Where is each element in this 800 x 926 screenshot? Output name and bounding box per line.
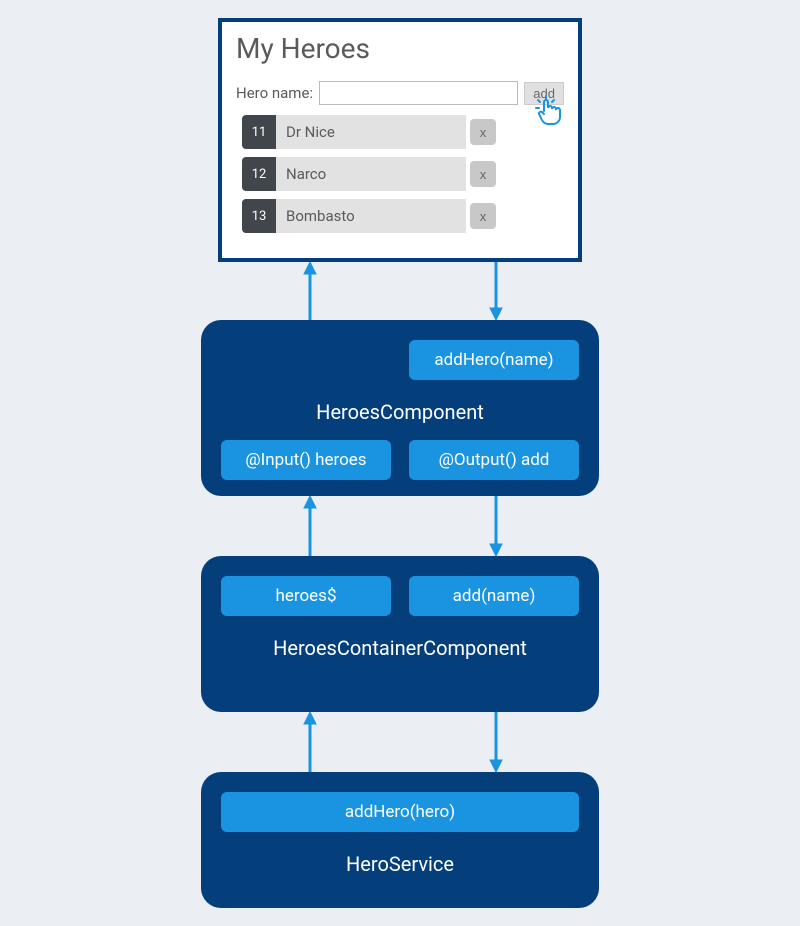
list-item[interactable]: 13 Bombasto x — [242, 199, 564, 233]
service-title: HeroService — [201, 852, 599, 876]
method-chip: add(name) — [409, 576, 579, 616]
hero-service-box: addHero(hero) HeroService — [201, 772, 599, 908]
arrow-down-icon — [486, 262, 506, 320]
component-title: HeroesComponent — [201, 400, 599, 424]
hero-name-label: Hero name: — [236, 84, 313, 102]
arrow-up-icon — [300, 496, 320, 556]
diagram-canvas: My Heroes Hero name: add 11 Dr Nice x 12… — [0, 0, 800, 926]
hero-id-badge: 13 — [242, 199, 276, 233]
hero-name-text: Dr Nice — [276, 115, 466, 149]
hero-name-text: Narco — [276, 157, 466, 191]
observable-chip: heroes$ — [221, 576, 391, 616]
method-chip: addHero(hero) — [221, 792, 579, 832]
ui-mock-panel: My Heroes Hero name: add 11 Dr Nice x 12… — [218, 18, 582, 262]
hero-id-badge: 11 — [242, 115, 276, 149]
arrow-up-icon — [300, 712, 320, 772]
arrow-down-icon — [486, 712, 506, 772]
hero-id-badge: 12 — [242, 157, 276, 191]
arrow-up-icon — [300, 262, 320, 320]
component-title: HeroesContainerComponent — [201, 636, 599, 660]
hero-list: 11 Dr Nice x 12 Narco x 13 Bombasto x — [236, 115, 564, 233]
delete-button[interactable]: x — [470, 119, 496, 145]
delete-button[interactable]: x — [470, 161, 496, 187]
hero-name-text: Bombasto — [276, 199, 466, 233]
heroes-component-box: addHero(name) HeroesComponent @Input() h… — [201, 320, 599, 496]
output-decorator-chip: @Output() add — [409, 440, 579, 480]
hero-form-row: Hero name: add — [236, 81, 564, 105]
input-decorator-chip: @Input() heroes — [221, 440, 391, 480]
list-item[interactable]: 12 Narco x — [242, 157, 564, 191]
panel-title: My Heroes — [236, 32, 564, 65]
list-item[interactable]: 11 Dr Nice x — [242, 115, 564, 149]
arrow-down-icon — [486, 496, 506, 556]
pointer-click-icon — [534, 94, 564, 132]
method-chip: addHero(name) — [409, 340, 579, 380]
container-component-box: heroes$ add(name) HeroesContainerCompone… — [201, 556, 599, 712]
hero-name-input[interactable] — [319, 81, 518, 105]
delete-button[interactable]: x — [470, 203, 496, 229]
